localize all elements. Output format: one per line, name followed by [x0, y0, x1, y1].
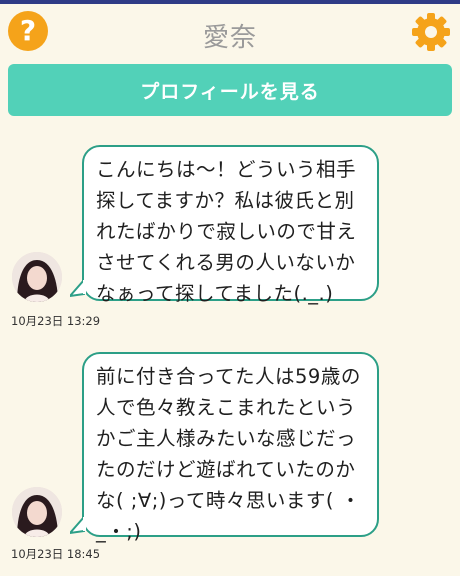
bubble-tail	[70, 517, 86, 535]
message-timestamp: 10月23日 18:45	[11, 547, 101, 561]
message-bubble: 前に付き合ってた人は59歳の人で色々教えこまれたというかご主人様みたいな感じだっ…	[82, 352, 379, 543]
avatar[interactable]	[12, 252, 62, 302]
message-timestamp: 10月23日 13:29	[11, 314, 101, 328]
bubble-tail	[70, 280, 86, 298]
settings-button[interactable]	[410, 11, 452, 53]
message-text: 前に付き合ってた人は59歳の人で色々教えこまれたというかご主人様みたいな感じだっ…	[96, 365, 361, 543]
view-profile-button[interactable]: プロフィールを見る	[8, 64, 452, 116]
avatar-image	[12, 487, 62, 537]
avatar[interactable]	[12, 487, 62, 537]
avatar-image	[12, 252, 62, 302]
header: ? 愛奈	[0, 4, 460, 60]
message-bubble: こんにちは〜！どういう相手探してますか？私は彼氏と別れたばかりで寂しいので甘えさ…	[82, 145, 379, 305]
page-title: 愛奈	[202, 23, 257, 53]
message-text: こんにちは〜！どういう相手探してますか？私は彼氏と別れたばかりで寂しいので甘えさ…	[96, 158, 357, 305]
gear-icon	[412, 13, 450, 51]
